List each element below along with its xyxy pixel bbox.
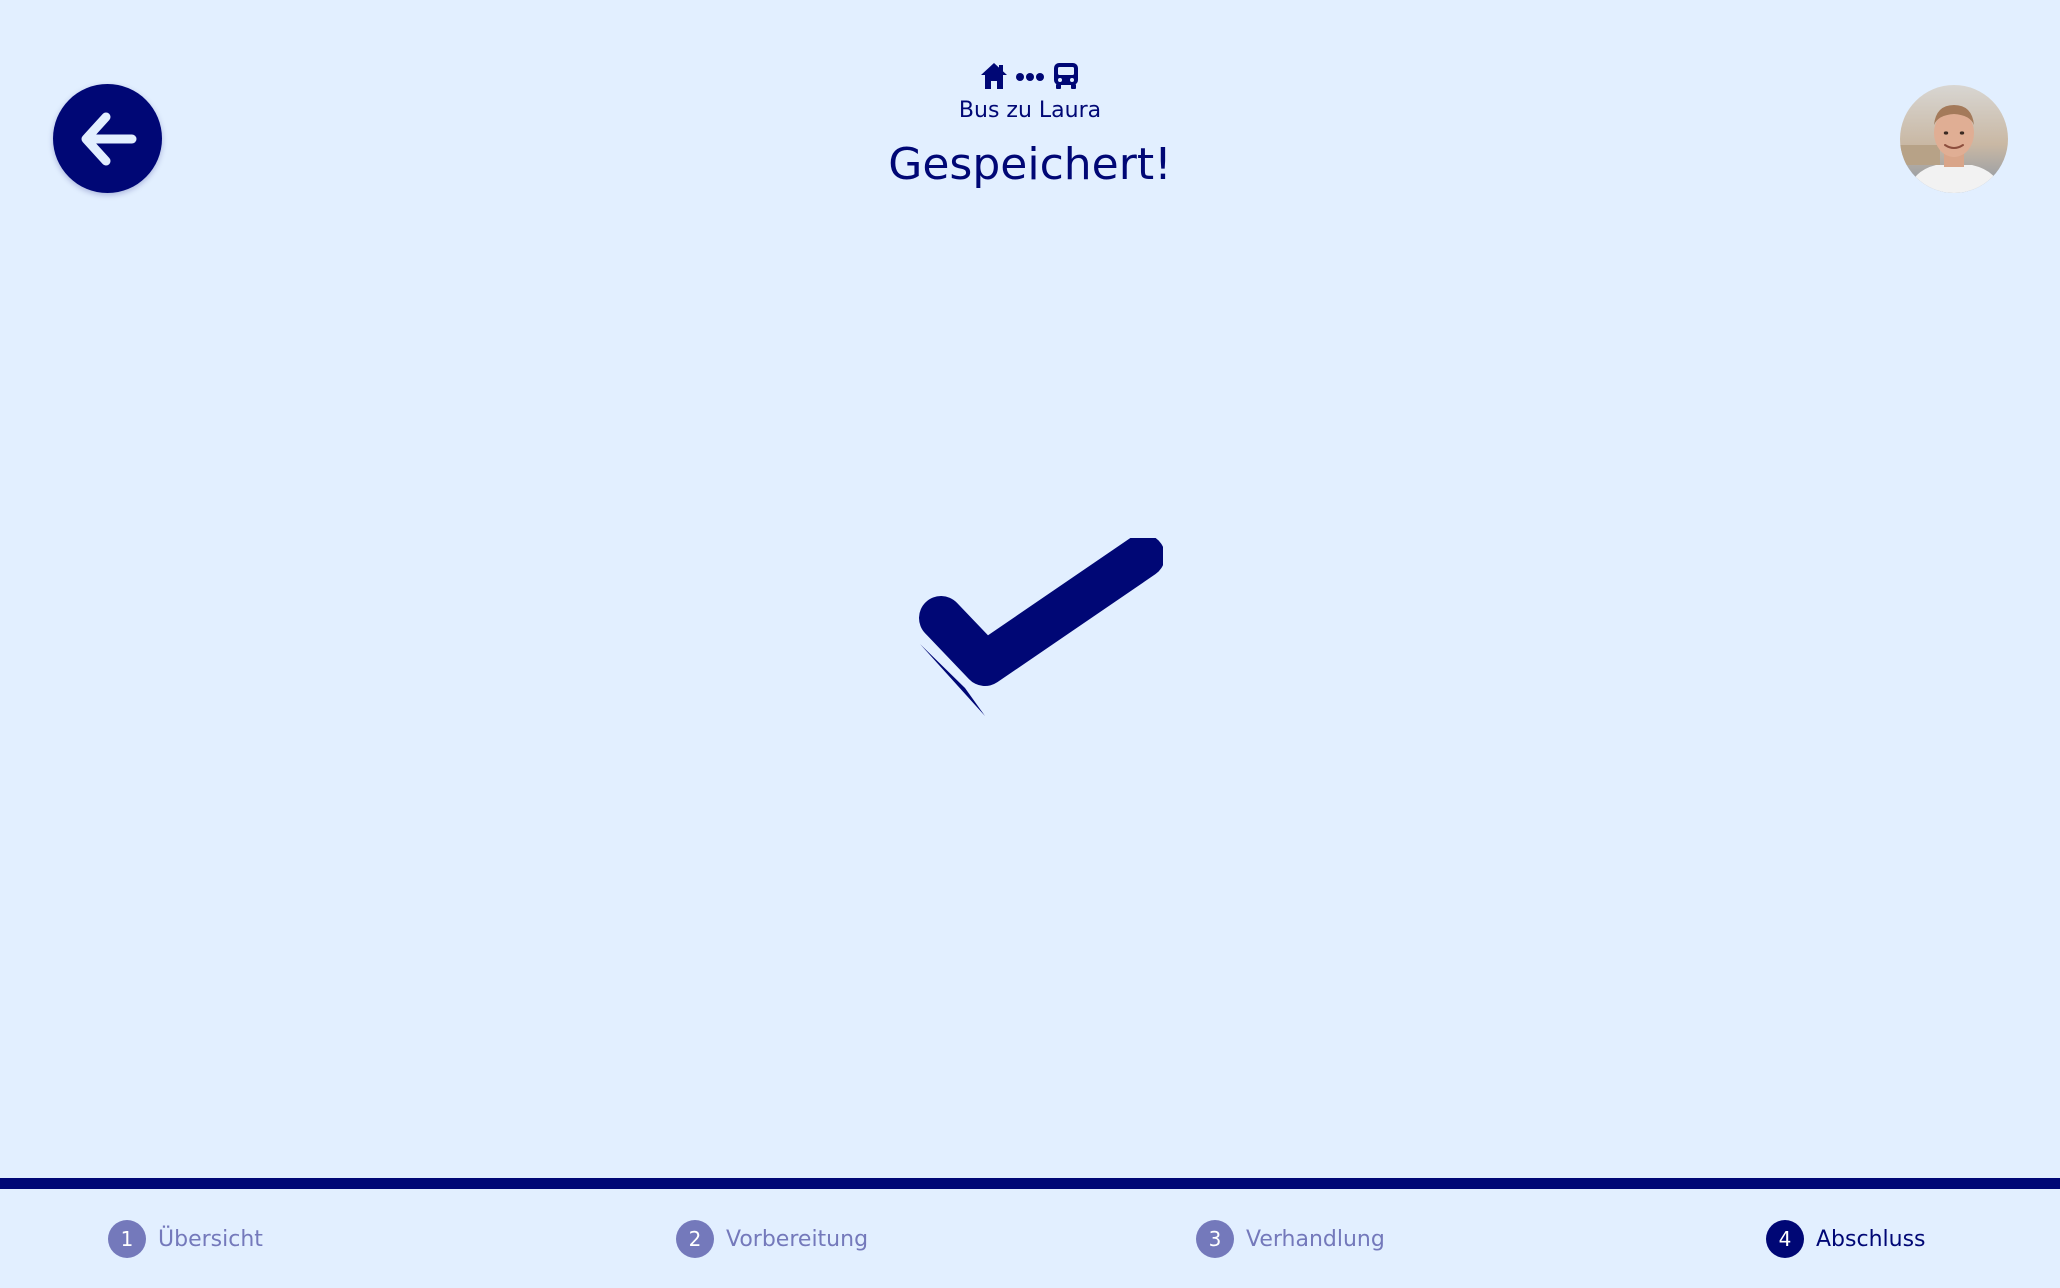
- page-title: Gespeichert!: [888, 139, 1172, 190]
- step-label: Vorbereitung: [726, 1226, 869, 1252]
- home-icon: [981, 63, 1007, 89]
- checkmark-icon: [919, 538, 1163, 716]
- header: Bus zu Laura Gespeichert!: [0, 56, 2060, 190]
- step-number: 2: [676, 1220, 714, 1258]
- bus-icon: [1054, 63, 1078, 89]
- step-number: 3: [1196, 1220, 1234, 1258]
- user-avatar-image: [1900, 85, 2008, 193]
- route-label: Bus zu Laura: [958, 98, 1102, 123]
- step-label: Abschluss: [1816, 1226, 1926, 1252]
- step-negotiation[interactable]: 3 Verhandlung: [1196, 1220, 1385, 1258]
- step-number: 4: [1766, 1220, 1804, 1258]
- step-label: Verhandlung: [1246, 1226, 1385, 1252]
- avatar[interactable]: [1900, 85, 2008, 193]
- step-overview[interactable]: 1 Übersicht: [108, 1220, 263, 1258]
- dots-icon: [1016, 73, 1044, 81]
- route-icons: [0, 56, 2060, 96]
- step-label: Übersicht: [158, 1226, 263, 1252]
- step-navigation: 1 Übersicht 2 Vorbereitung 3 Verhandlung…: [0, 1189, 2060, 1288]
- step-completion[interactable]: 4 Abschluss: [1766, 1220, 1926, 1258]
- step-number: 1: [108, 1220, 146, 1258]
- progress-divider: [0, 1178, 2060, 1189]
- step-preparation[interactable]: 2 Vorbereitung: [676, 1220, 868, 1258]
